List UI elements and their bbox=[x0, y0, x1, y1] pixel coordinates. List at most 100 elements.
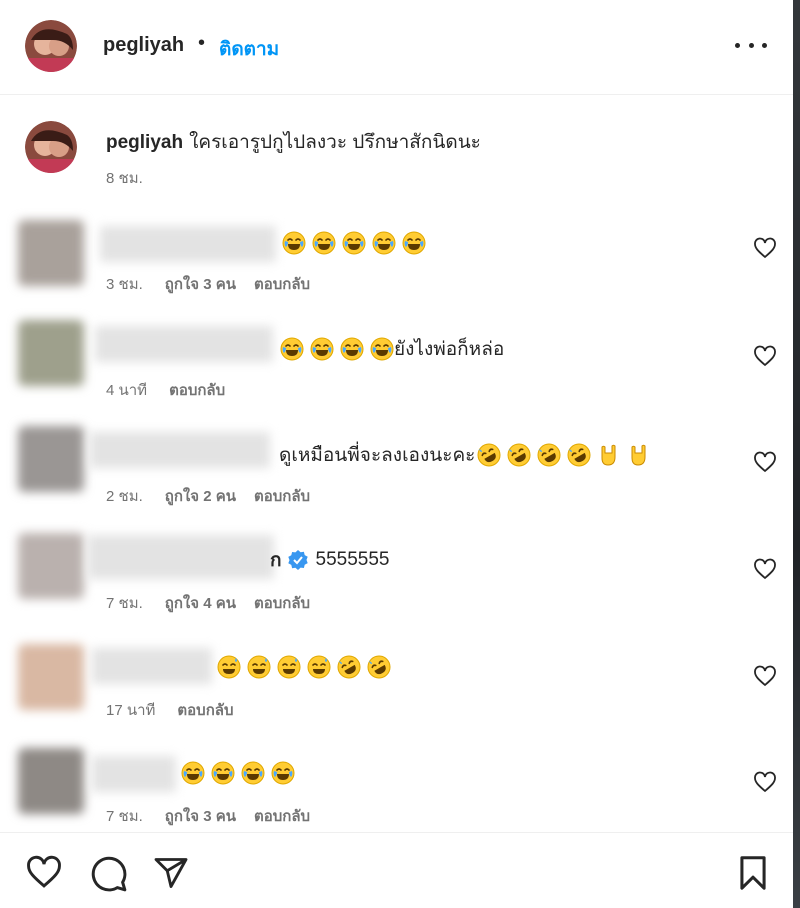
comment-text-body: ดูเหมือนพี่จะลงเองนะคะ bbox=[279, 445, 476, 466]
more-options-icon[interactable] bbox=[735, 34, 767, 56]
heart-icon[interactable] bbox=[25, 855, 63, 889]
comment-time: 2 ชม. bbox=[106, 488, 143, 505]
comment-time: 17 นาที bbox=[106, 702, 156, 719]
like-heart-icon[interactable] bbox=[753, 345, 777, 367]
reply-button[interactable]: ตอบกลับ bbox=[254, 488, 310, 505]
comment-likes[interactable]: ถูกใจ 3 คน bbox=[165, 276, 236, 293]
reply-button[interactable]: ตอบกลับ bbox=[169, 382, 225, 399]
comment-item: ก 5555555 7 ชม. ถูกใจ 4 คน ตอบกลับ bbox=[0, 533, 793, 633]
comment-meta: 17 นาที ตอบกลับ bbox=[106, 698, 252, 722]
joy-emoji-icon bbox=[241, 761, 265, 785]
comment-likes[interactable]: ถูกใจ 2 คน bbox=[165, 488, 236, 505]
comment-item: ยังไงพ่อก็หล่อ 4 นาที ตอบกลับ bbox=[0, 320, 793, 420]
comment-avatar[interactable] bbox=[18, 748, 84, 814]
comment-icon[interactable] bbox=[90, 855, 128, 893]
post-panel: pegliyah • ติดตาม pegliyah ใครเอารูปกูไปล… bbox=[0, 0, 793, 908]
comment-avatar[interactable] bbox=[18, 426, 84, 492]
sweat-smile-emoji-icon bbox=[247, 655, 271, 679]
comment-username-tail[interactable]: ก bbox=[270, 545, 282, 575]
header-username[interactable]: pegliyah bbox=[103, 34, 184, 57]
follow-button[interactable]: ติดตาม bbox=[219, 34, 279, 64]
joy-emoji-icon bbox=[271, 761, 295, 785]
comment-item: ดูเหมือนพี่จะลงเองนะคะ 2 ชม. ถูกใจ 2 คน ตอ… bbox=[0, 426, 793, 526]
bookmark-icon[interactable] bbox=[736, 855, 770, 891]
rofl-emoji-icon bbox=[367, 655, 391, 679]
post-action-bar bbox=[0, 832, 793, 908]
rofl-emoji-icon bbox=[537, 443, 561, 467]
comment-meta: 4 นาที ตอบกลับ bbox=[106, 378, 243, 402]
sweat-smile-emoji-icon bbox=[217, 655, 241, 679]
comment-text: ก 5555555 bbox=[270, 545, 389, 575]
metal-hand-emoji-icon bbox=[627, 443, 651, 467]
like-heart-icon[interactable] bbox=[753, 771, 777, 793]
background-strip bbox=[793, 0, 800, 908]
reply-button[interactable]: ตอบกลับ bbox=[177, 702, 233, 719]
comment-text: ยังไงพ่อก็หล่อ bbox=[280, 334, 504, 364]
header-separator: • bbox=[198, 32, 206, 54]
joy-emoji-icon bbox=[280, 337, 304, 361]
like-heart-icon[interactable] bbox=[753, 665, 777, 687]
rofl-emoji-icon bbox=[337, 655, 361, 679]
comment-username-blurred[interactable] bbox=[92, 756, 176, 792]
comment-likes[interactable]: ถูกใจ 3 คน bbox=[165, 808, 236, 825]
comment-meta: 2 ชม. ถูกใจ 2 คน ตอบกลับ bbox=[106, 484, 328, 508]
like-heart-icon[interactable] bbox=[753, 237, 777, 259]
joy-emoji-icon bbox=[370, 337, 394, 361]
like-heart-icon[interactable] bbox=[753, 451, 777, 473]
comment-text bbox=[181, 758, 301, 788]
comment-username-blurred[interactable] bbox=[100, 226, 276, 262]
comment-item: 7 ชม. ถูกใจ 3 คน ตอบกลับ bbox=[0, 744, 793, 844]
comment-meta: 3 ชม. ถูกใจ 3 คน ตอบกลับ bbox=[106, 272, 328, 296]
caption: pegliyah ใครเอารูปกูไปลงวะ ปรึกษาสักนิดนะ bbox=[106, 127, 481, 157]
caption-avatar[interactable] bbox=[25, 121, 77, 173]
comment-time: 4 นาที bbox=[106, 382, 148, 399]
joy-emoji-icon bbox=[372, 231, 396, 255]
caption-time: 8 ชม. bbox=[106, 170, 143, 187]
comment-time: 7 ชม. bbox=[106, 595, 143, 612]
comment-item: 3 ชม. ถูกใจ 3 คน ตอบกลับ bbox=[0, 220, 793, 320]
comment-meta: 7 ชม. ถูกใจ 4 คน ตอบกลับ bbox=[106, 591, 328, 615]
comment-text-body: 5555555 bbox=[315, 549, 390, 570]
comment-time: 3 ชม. bbox=[106, 276, 143, 293]
caption-text: ใครเอารูปกูไปลงวะ ปรึกษาสักนิดนะ bbox=[189, 132, 481, 153]
share-icon[interactable] bbox=[153, 855, 189, 891]
comment-username-blurred[interactable] bbox=[90, 432, 270, 468]
rofl-emoji-icon bbox=[507, 443, 531, 467]
like-heart-icon[interactable] bbox=[753, 558, 777, 580]
sweat-smile-emoji-icon bbox=[277, 655, 301, 679]
comment-meta: 7 ชม. ถูกใจ 3 คน ตอบกลับ bbox=[106, 804, 328, 828]
comment-username-blurred[interactable] bbox=[88, 535, 274, 579]
joy-emoji-icon bbox=[310, 337, 334, 361]
reply-button[interactable]: ตอบกลับ bbox=[254, 595, 310, 612]
joy-emoji-icon bbox=[181, 761, 205, 785]
comment-time: 7 ชม. bbox=[106, 808, 143, 825]
comment-avatar[interactable] bbox=[18, 220, 84, 286]
joy-emoji-icon bbox=[340, 337, 364, 361]
joy-emoji-icon bbox=[402, 231, 426, 255]
rofl-emoji-icon bbox=[477, 443, 501, 467]
reply-button[interactable]: ตอบกลับ bbox=[254, 808, 310, 825]
post-header: pegliyah • ติดตาม bbox=[0, 0, 793, 95]
verified-badge-icon bbox=[287, 550, 308, 570]
comment-likes[interactable]: ถูกใจ 4 คน bbox=[165, 595, 236, 612]
caption-username[interactable]: pegliyah bbox=[106, 132, 183, 153]
sweat-smile-emoji-icon bbox=[307, 655, 331, 679]
comment-avatar[interactable] bbox=[18, 320, 84, 386]
comment-item: 17 นาที ตอบกลับ bbox=[0, 638, 793, 738]
joy-emoji-icon bbox=[342, 231, 366, 255]
comment-avatar[interactable] bbox=[18, 644, 84, 710]
joy-emoji-icon bbox=[282, 231, 306, 255]
metal-hand-emoji-icon bbox=[597, 443, 621, 467]
comment-text bbox=[282, 228, 432, 258]
comment-username-blurred[interactable] bbox=[95, 326, 273, 362]
rofl-emoji-icon bbox=[567, 443, 591, 467]
comment-username-blurred[interactable] bbox=[92, 648, 212, 684]
avatar[interactable] bbox=[25, 20, 77, 72]
joy-emoji-icon bbox=[211, 761, 235, 785]
comment-text bbox=[217, 652, 397, 682]
comment-text: ดูเหมือนพี่จะลงเองนะคะ bbox=[279, 440, 657, 470]
reply-button[interactable]: ตอบกลับ bbox=[254, 276, 310, 293]
comment-avatar[interactable] bbox=[18, 533, 84, 599]
comment-text-body: ยังไงพ่อก็หล่อ bbox=[394, 339, 505, 360]
joy-emoji-icon bbox=[312, 231, 336, 255]
